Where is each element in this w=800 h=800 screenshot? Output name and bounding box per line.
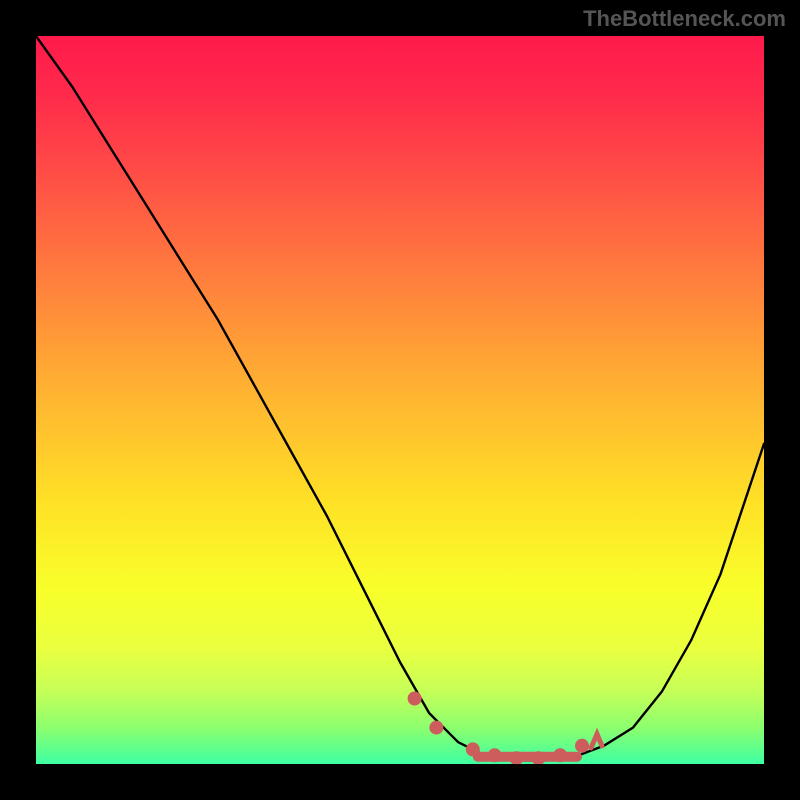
highlight-marker: [488, 748, 502, 762]
highlight-marker: [408, 692, 422, 706]
bottleneck-curve-path: [36, 36, 764, 760]
highlight-marker: [575, 739, 589, 753]
highlight-marker-group: [408, 692, 589, 765]
chart-container: TheBottleneck.com: [0, 0, 800, 800]
highlight-marker: [429, 721, 443, 735]
whisker-icon: [591, 734, 602, 748]
plot-area: [36, 36, 764, 764]
attribution-text: TheBottleneck.com: [583, 6, 786, 32]
curve-layer: [36, 36, 764, 764]
highlight-marker: [553, 748, 567, 762]
highlight-marker: [466, 742, 480, 756]
